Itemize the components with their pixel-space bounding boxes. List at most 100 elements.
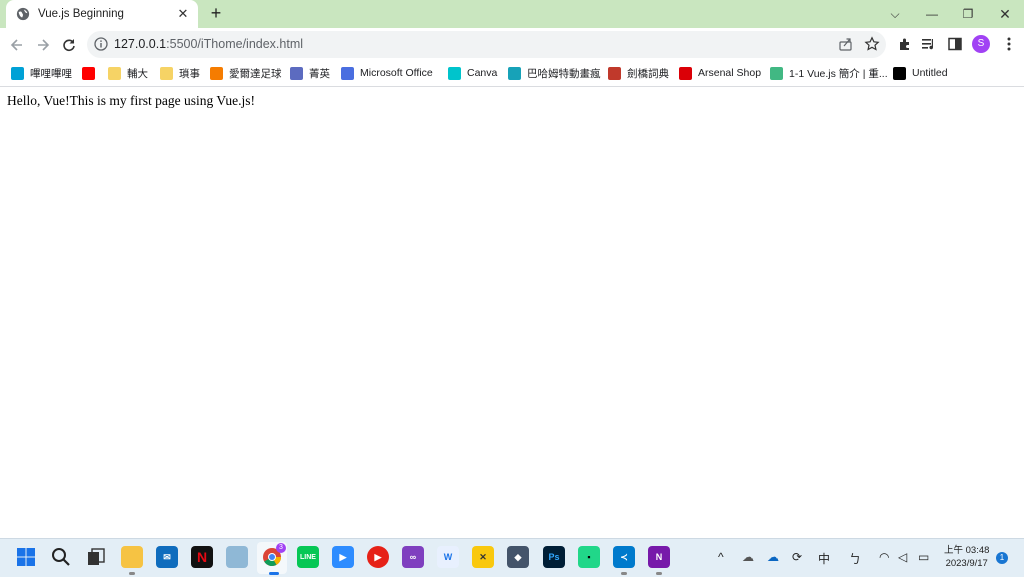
clock[interactable]: 上午 03:48 2023/9/17 (944, 544, 989, 570)
side-panel-icon[interactable] (947, 36, 963, 52)
windows-icon (17, 548, 35, 566)
word-app-icon[interactable]: W (437, 546, 459, 568)
bookmark-item[interactable]: 輔大 (108, 65, 148, 81)
bookmark-label: 輔大 (127, 67, 148, 80)
bookmark-label: Canva (467, 67, 498, 79)
zoom-icon[interactable]: ▶ (332, 546, 354, 568)
visual-studio-icon[interactable]: ∞ (402, 546, 424, 568)
battery-icon[interactable]: ▭ (918, 550, 929, 564)
forward-button[interactable] (32, 34, 54, 56)
cambridge-icon (608, 66, 621, 80)
share-icon[interactable] (838, 36, 854, 52)
bookmark-item[interactable]: 瑣事 (160, 65, 200, 81)
taskbar: ✉ N 3 LINE ▶ ▶ ∞ W ✕ ◆ Ps ▪ ≺ N ^ ☁ ☁ ⟳ … (0, 538, 1024, 577)
running-indicator (621, 572, 627, 575)
back-button[interactable] (6, 34, 28, 56)
menu-dots-icon[interactable] (1001, 36, 1017, 52)
bahamut-icon (508, 66, 521, 80)
bookmark-label: 1-1 Vue.js 簡介 | 重... (789, 67, 888, 80)
clock-time: 上午 03:48 (944, 545, 990, 556)
bookmarks-bar: 嗶哩嗶哩 輔大 瑣事 愛爾達足球 菁英 Microsoft Office Canva 巴哈姆特… (0, 61, 1024, 87)
notification-badge[interactable]: 1 (996, 552, 1008, 564)
bookmark-item[interactable]: Untitled (893, 65, 948, 81)
reload-icon (63, 39, 75, 52)
photoshop-icon[interactable]: Ps (543, 546, 565, 568)
bookmark-label: 瑣事 (179, 67, 200, 80)
virtualbox-icon[interactable]: ◆ (507, 546, 529, 568)
bookmark-label: 愛爾達足球 (229, 67, 282, 80)
running-indicator (129, 572, 135, 575)
notion-icon (893, 66, 906, 80)
profile-avatar[interactable]: S (972, 35, 990, 53)
tab-title: Vue.js Beginning (38, 8, 124, 20)
page-content: Hello, Vue!This is my first page using V… (0, 87, 1024, 537)
bookmark-item[interactable]: 巴哈姆特動畫瘋 (508, 65, 601, 81)
url-host: 127.0.0.1 (114, 37, 167, 51)
clock-date: 2023/9/17 (945, 558, 988, 569)
netflix-icon[interactable]: N (191, 546, 213, 568)
bookmark-label: Arsenal Shop (698, 67, 762, 79)
info-icon[interactable] (94, 37, 108, 51)
reload-button[interactable] (58, 34, 80, 56)
tab-search-button[interactable]: ⌵ (877, 0, 913, 28)
url-path: :5500/iThome/index.html (166, 37, 304, 51)
mail-icon[interactable]: ✉ (156, 546, 178, 568)
running-indicator (656, 572, 662, 575)
cloud-outline-icon[interactable]: ☁ (742, 550, 754, 564)
folder-icon (108, 66, 121, 80)
bookmark-item[interactable]: Microsoft Office (341, 65, 433, 81)
bookmark-item[interactable]: Canva (448, 65, 497, 81)
start-button[interactable] (15, 546, 37, 568)
folder-icon (160, 66, 173, 80)
extensions-icon[interactable] (897, 36, 913, 52)
wifi-icon[interactable]: ◠ (879, 550, 889, 564)
youtube-music-icon[interactable]: ▶ (367, 546, 389, 568)
star-icon[interactable] (864, 36, 880, 52)
speaker-icon[interactable]: ◁ (898, 550, 907, 564)
bookmark-item[interactable]: 劍橋詞典 (608, 65, 669, 81)
onedrive-icon[interactable]: ☁ (767, 550, 779, 564)
restore-button[interactable]: ❐ (950, 0, 986, 28)
ime-mode-icon[interactable]: ㄅ (849, 550, 861, 567)
photos-icon[interactable] (226, 546, 248, 568)
bookmark-label: 劍橋詞典 (627, 67, 669, 80)
show-hidden-icons-button[interactable]: ^ (718, 550, 724, 564)
globe-icon (16, 7, 30, 21)
jingying-icon (290, 66, 303, 80)
bookmark-label: Untitled (912, 67, 948, 79)
onenote-icon[interactable]: N (648, 546, 670, 568)
office-icon (341, 66, 354, 80)
file-explorer-icon[interactable] (121, 546, 143, 568)
arsenal-icon (679, 66, 692, 80)
bookmark-item[interactable] (82, 65, 101, 81)
bookmark-item[interactable]: 1-1 Vue.js 簡介 | 重... (770, 65, 888, 81)
search-button[interactable] (50, 546, 72, 568)
media-control-icon[interactable] (921, 36, 937, 52)
bookmark-item[interactable]: 菁英 (290, 65, 330, 81)
sticky-tool-icon[interactable]: ✕ (472, 546, 494, 568)
line-icon[interactable]: LINE (297, 546, 319, 568)
bookmark-label: 菁英 (309, 67, 330, 80)
bookmark-item[interactable]: 愛爾達足球 (210, 65, 282, 81)
bookmark-label: Microsoft Office (360, 67, 433, 79)
bookmark-item[interactable]: Arsenal Shop (679, 65, 761, 81)
ime-indicator[interactable]: 中 (818, 550, 830, 567)
browser-tab[interactable]: Vue.js Beginning ✕ (6, 0, 198, 28)
address-bar[interactable]: 127.0.0.1:5500/iThome/index.html (87, 31, 886, 58)
bookmark-item[interactable]: 嗶哩嗶哩 (11, 65, 72, 81)
chrome-profile-badge: 3 (276, 543, 286, 553)
active-indicator (269, 572, 279, 575)
vscode-icon[interactable]: ≺ (613, 546, 635, 568)
url-text: 127.0.0.1:5500/iThome/index.html (114, 37, 303, 51)
minimize-button[interactable]: — (914, 0, 950, 28)
pycharm-icon[interactable]: ▪ (578, 546, 600, 568)
close-window-button[interactable]: ✕ (987, 0, 1023, 28)
new-tab-button[interactable]: + (205, 3, 227, 25)
arrow-right-icon (38, 39, 50, 51)
tab-close-button[interactable]: ✕ (174, 6, 192, 22)
canva-icon (448, 66, 461, 80)
sync-icon[interactable]: ⟳ (792, 550, 802, 564)
arrow-left-icon (10, 39, 22, 51)
task-view-button[interactable] (85, 546, 107, 568)
vue-icon (770, 66, 783, 80)
